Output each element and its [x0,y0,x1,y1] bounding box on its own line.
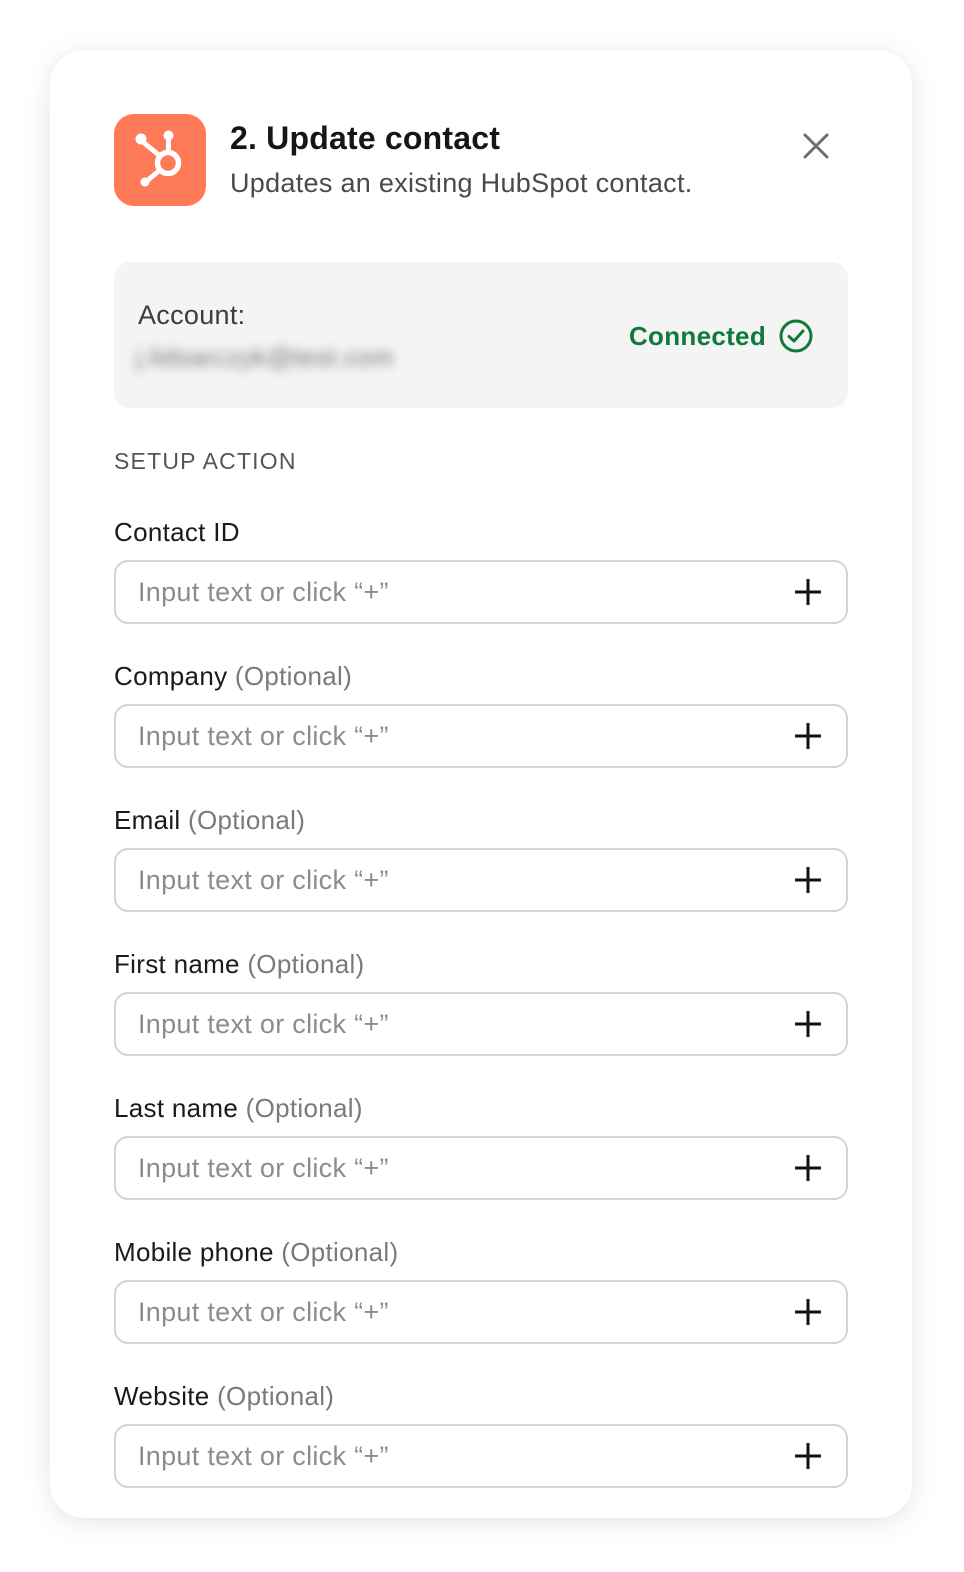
add-variable-button[interactable] [792,720,824,752]
field-first-name: First name (Optional) [114,948,848,1056]
optional-tag: (Optional) [188,805,306,835]
field-label: Contact ID [114,516,848,548]
company-input[interactable] [138,706,758,766]
email-input-box[interactable] [114,848,848,912]
field-website: Website (Optional) [114,1380,848,1488]
account-label: Account: [138,300,246,330]
plus-icon [795,579,821,605]
contact-id-input-box[interactable] [114,560,848,624]
last-name-input-box[interactable] [114,1136,848,1200]
close-icon [803,133,829,159]
email-input[interactable] [138,850,758,910]
optional-tag: (Optional) [217,1381,335,1411]
plus-icon [795,723,821,749]
panel-header: 2. Update contact Updates an existing Hu… [114,114,848,206]
field-label-text: Company [114,661,228,691]
close-button[interactable] [798,128,834,164]
mobile-phone-input-box[interactable] [114,1280,848,1344]
field-label: Email (Optional) [114,804,848,836]
add-variable-button[interactable] [792,1296,824,1328]
update-contact-panel: 2. Update contact Updates an existing Hu… [50,50,912,1518]
field-label-text: First name [114,949,240,979]
account-email: j.lidsarczyk@test.com [136,342,395,372]
field-label: Last name (Optional) [114,1092,848,1124]
plus-icon [795,1299,821,1325]
connection-status-label: Connected [628,320,766,351]
contact-id-input[interactable] [138,562,758,622]
plus-icon [795,867,821,893]
field-label: Website (Optional) [114,1380,848,1412]
plus-icon [795,1011,821,1037]
field-label-text: Mobile phone [114,1237,274,1267]
optional-tag: (Optional) [234,661,353,691]
panel-subtitle: Updates an existing HubSpot contact. [230,168,693,198]
first-name-input[interactable] [138,994,758,1054]
field-email: Email (Optional) [114,804,848,912]
field-company: Company (Optional) [114,660,848,768]
field-label-text: Email [114,805,181,835]
last-name-input[interactable] [138,1138,758,1198]
field-label-text: Last name [114,1093,239,1123]
plus-icon [795,1155,821,1181]
field-contact-id: Contact ID [114,516,848,624]
plus-icon [795,1443,821,1469]
panel-title: 2. Update contact [230,120,501,156]
setup-action-heading: SETUP ACTION [114,448,297,474]
field-label: Company (Optional) [114,660,848,692]
account-section: Account: j.lidsarczyk@test.com Connected [114,262,848,408]
connection-status: Connected [629,318,814,354]
field-mobile-phone: Mobile phone (Optional) [114,1236,848,1344]
field-last-name: Last name (Optional) [114,1092,848,1200]
add-variable-button[interactable] [792,1008,824,1040]
first-name-input-box[interactable] [114,992,848,1056]
mobile-phone-input[interactable] [138,1282,758,1342]
field-label: First name (Optional) [114,948,848,980]
field-label: Mobile phone (Optional) [114,1236,848,1268]
company-input-box[interactable] [114,704,848,768]
field-label-text: Website [114,1381,210,1411]
optional-tag: (Optional) [245,1093,363,1123]
website-input[interactable] [138,1426,758,1486]
add-variable-button[interactable] [792,576,824,608]
check-circle-icon [779,319,813,353]
website-input-box[interactable] [114,1424,848,1488]
optional-tag: (Optional) [247,949,365,979]
optional-tag: (Optional) [281,1237,399,1267]
add-variable-button[interactable] [792,1440,824,1472]
field-label-text: Contact ID [114,517,240,547]
add-variable-button[interactable] [792,1152,824,1184]
add-variable-button[interactable] [792,864,824,896]
hubspot-logo-icon [114,114,206,206]
